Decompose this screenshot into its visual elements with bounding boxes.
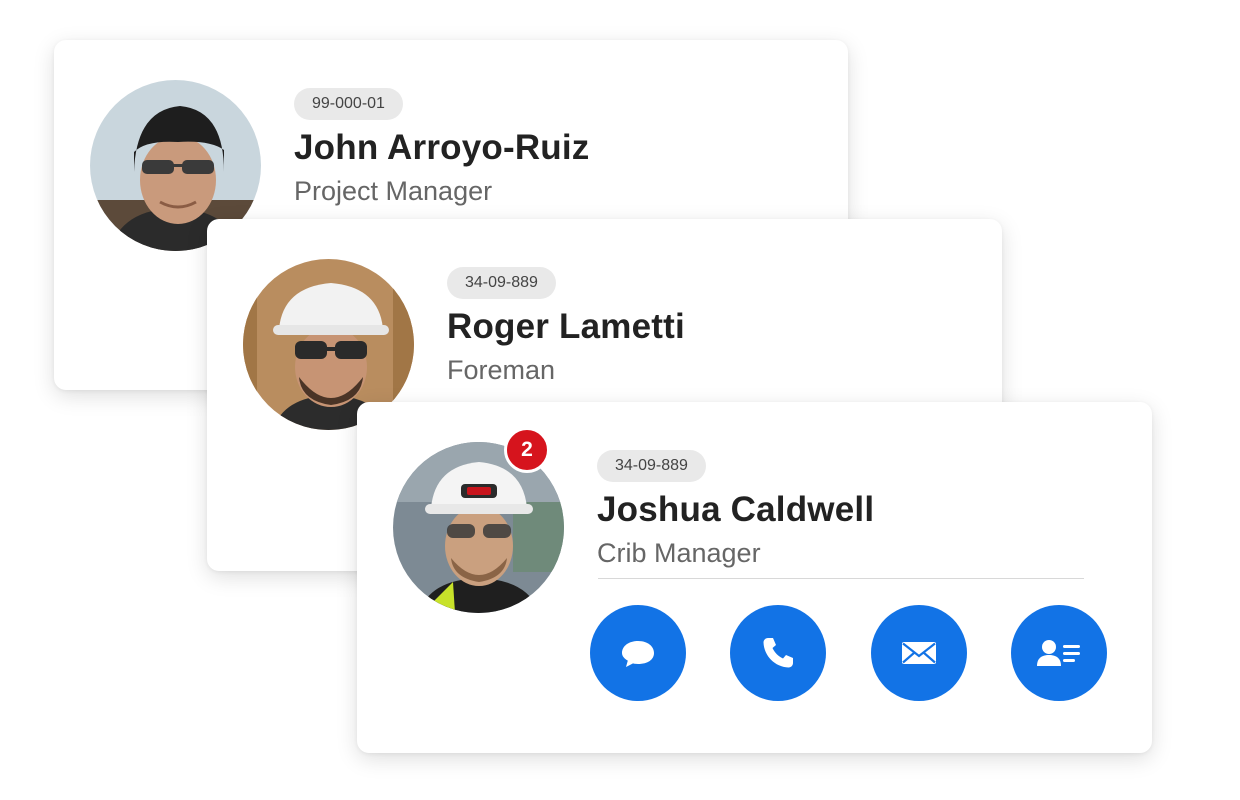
view-contact-button[interactable] <box>1011 605 1107 701</box>
employee-id-badge: 99-000-01 <box>294 88 403 120</box>
employee-id-badge: 34-09-889 <box>597 450 706 482</box>
chat-bubble-icon <box>622 641 654 667</box>
message-button[interactable] <box>590 605 686 701</box>
contact-card-joshua-caldwell[interactable]: 2 34-09-889 Joshua Caldwell Crib Manager <box>357 402 1152 753</box>
notification-count-badge: 2 <box>504 427 550 473</box>
contact-role: Project Manager <box>294 176 493 206</box>
contact-name: Roger Lametti <box>447 307 685 346</box>
employee-id-badge: 34-09-889 <box>447 267 556 299</box>
envelope-icon <box>902 642 936 664</box>
email-button[interactable] <box>871 605 967 701</box>
divider <box>598 578 1084 579</box>
contact-role: Crib Manager <box>597 538 761 568</box>
contact-role: Foreman <box>447 355 556 385</box>
contact-name: Joshua Caldwell <box>597 490 875 529</box>
contact-card-icon <box>1037 640 1080 666</box>
contact-actions <box>590 605 1110 703</box>
call-button[interactable] <box>730 605 826 701</box>
contact-name: John Arroyo-Ruiz <box>294 128 590 167</box>
phone-icon <box>763 638 793 668</box>
